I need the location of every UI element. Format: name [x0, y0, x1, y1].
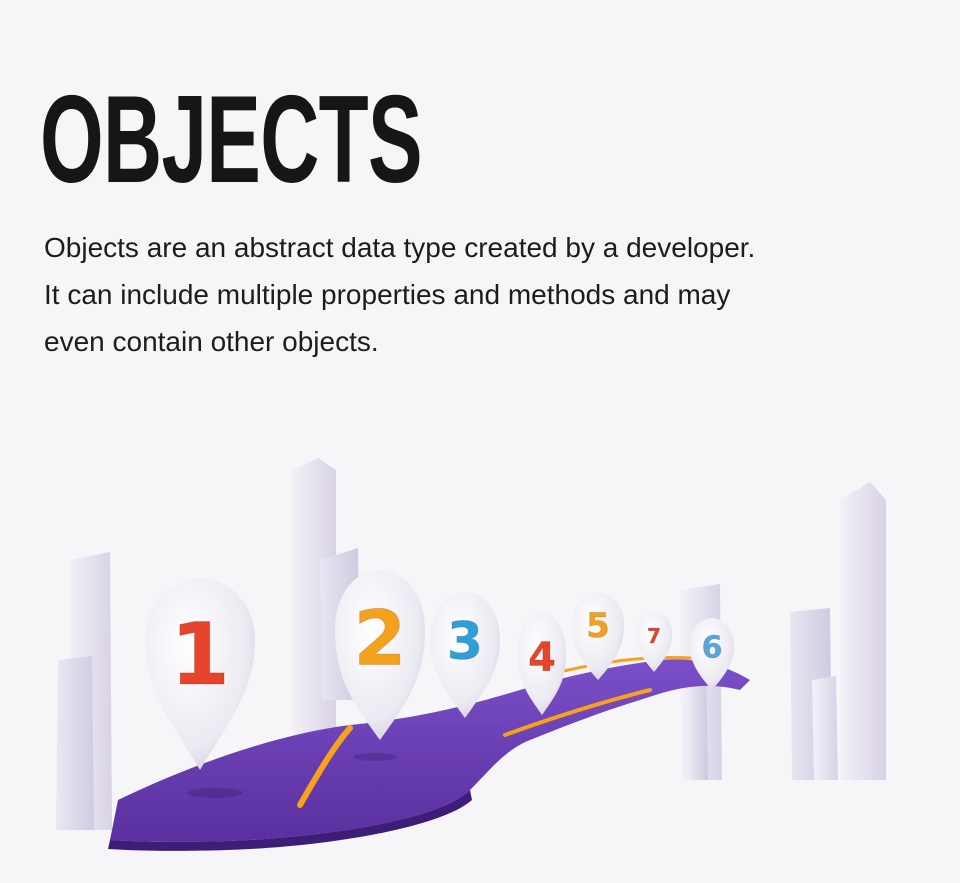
road-map-illustration: 1 2 3 4 5 7 6	[56, 458, 886, 851]
pin-label-6: 6	[702, 631, 723, 666]
description-line-3: even contain other objects.	[44, 326, 379, 357]
pin-label-5: 5	[586, 606, 610, 646]
description-line-2: It can include multiple properties and m…	[44, 279, 731, 310]
pin-label-3: 3	[447, 612, 483, 672]
description-line-1: Objects are an abstract data type create…	[44, 232, 756, 263]
pin-label-7: 7	[647, 624, 661, 648]
page-title: OBJECTS	[40, 71, 423, 209]
pin-label-1: 1	[170, 605, 230, 705]
map-pin-1: 1	[145, 578, 255, 770]
description: Objects are an abstract data type create…	[44, 224, 904, 365]
pin-label-2: 2	[354, 594, 407, 683]
pin-label-4: 4	[528, 635, 556, 681]
map-pin-2: 2	[335, 570, 425, 740]
